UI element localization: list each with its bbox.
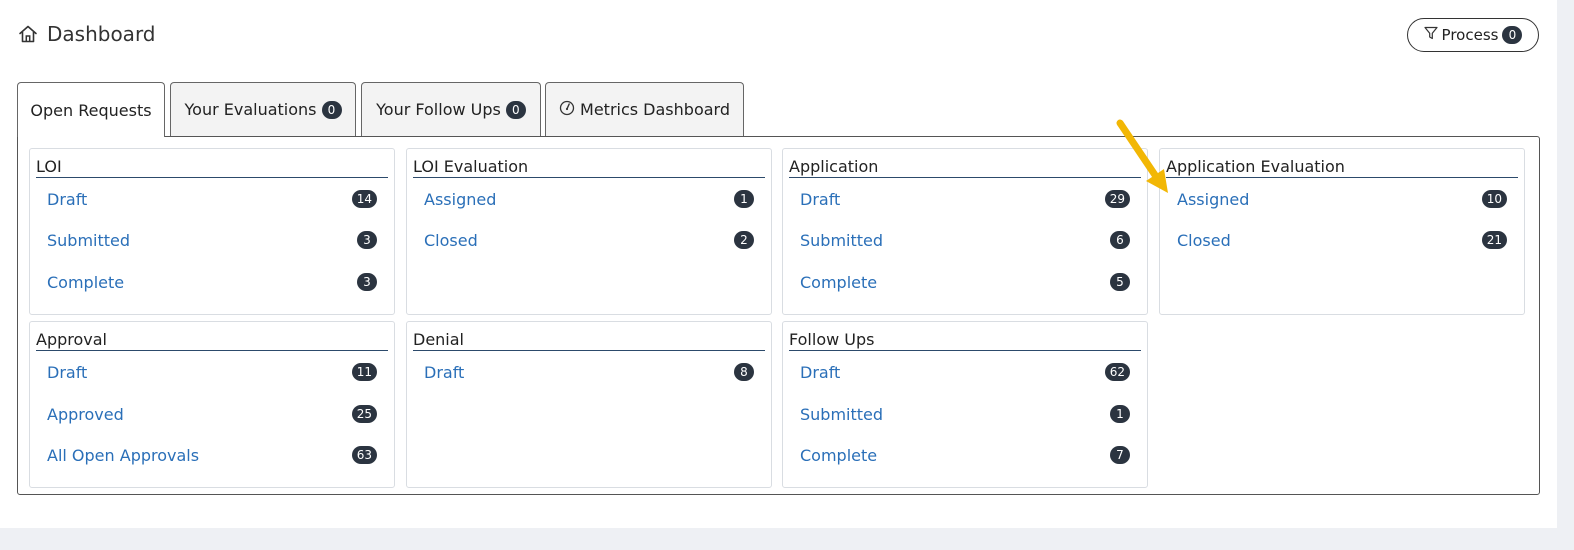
count-badge: 62 <box>1104 363 1130 381</box>
count-badge: 14 <box>351 190 377 208</box>
card-item-label[interactable]: Draft <box>800 190 840 209</box>
page-title-text: Dashboard <box>47 22 156 46</box>
card-item-label[interactable]: Closed <box>1177 231 1231 250</box>
card-application-evaluation: Application Evaluation Assigned 10 Close… <box>1159 148 1525 315</box>
card-item-label[interactable]: Approved <box>47 405 124 424</box>
card-item-draft[interactable]: Draft 29 <box>800 188 1130 210</box>
count-badge: 1 <box>734 190 754 208</box>
annotation-arrow-icon <box>1116 119 1168 193</box>
gauge-icon <box>559 100 575 120</box>
page-title: Dashboard <box>18 22 156 46</box>
card-item-all-open-approvals[interactable]: All Open Approvals 63 <box>47 444 377 466</box>
tab-count-badge: 0 <box>505 100 526 119</box>
card-item-label[interactable]: Draft <box>800 363 840 382</box>
card-item-complete[interactable]: Complete 7 <box>800 444 1130 466</box>
filter-icon <box>1423 26 1438 44</box>
card-item-approved[interactable]: Approved 25 <box>47 403 377 425</box>
count-badge: 6 <box>1110 231 1130 249</box>
count-badge: 3 <box>357 273 377 291</box>
card-item-label[interactable]: Submitted <box>800 405 883 424</box>
tab-metrics-dashboard[interactable]: Metrics Dashboard <box>545 82 744 136</box>
count-badge: 10 <box>1481 190 1507 208</box>
card-follow-ups: Follow Ups Draft 62 Submitted 1 Complete… <box>782 321 1148 488</box>
card-item-closed[interactable]: Closed 21 <box>1177 229 1507 251</box>
count-badge: 7 <box>1110 446 1130 464</box>
tab-label: Metrics Dashboard <box>580 100 730 119</box>
card-item-draft[interactable]: Draft 14 <box>47 188 377 210</box>
card-loi-evaluation: LOI Evaluation Assigned 1 Closed 2 <box>406 148 772 315</box>
tab-label: Your Evaluations <box>184 100 317 119</box>
card-item-label[interactable]: All Open Approvals <box>47 446 199 465</box>
card-item-assigned[interactable]: Assigned 10 <box>1177 188 1507 210</box>
card-item-label[interactable]: Submitted <box>47 231 130 250</box>
count-badge: 5 <box>1110 273 1130 291</box>
count-badge: 2 <box>734 231 754 249</box>
card-item-draft[interactable]: Draft 8 <box>424 361 754 383</box>
tab-your-evaluations[interactable]: Your Evaluations 0 <box>170 82 356 136</box>
count-badge: 1 <box>1110 405 1130 423</box>
card-item-label[interactable]: Draft <box>47 190 87 209</box>
count-badge: 3 <box>357 231 377 249</box>
card-title: Application <box>789 157 1141 178</box>
card-item-assigned[interactable]: Assigned 1 <box>424 188 754 210</box>
card-title: Approval <box>36 330 388 351</box>
card-item-submitted[interactable]: Submitted 6 <box>800 229 1130 251</box>
card-title: LOI <box>36 157 388 178</box>
process-button-label: Process <box>1441 26 1499 44</box>
tab-count-badge: 0 <box>321 100 342 119</box>
dashboard-page: Dashboard Process 0 Open Requests Your E… <box>0 0 1557 528</box>
card-item-label[interactable]: Complete <box>800 273 877 292</box>
card-item-label[interactable]: Complete <box>800 446 877 465</box>
count-badge: 63 <box>351 446 377 464</box>
card-title: LOI Evaluation <box>413 157 765 178</box>
tab-your-follow-ups[interactable]: Your Follow Ups 0 <box>361 82 541 136</box>
card-item-label[interactable]: Assigned <box>1177 190 1249 209</box>
card-item-draft[interactable]: Draft 62 <box>800 361 1130 383</box>
process-count-badge: 0 <box>1502 26 1523 44</box>
home-icon[interactable] <box>18 24 38 44</box>
tab-label: Open Requests <box>30 100 152 120</box>
card-item-draft[interactable]: Draft 11 <box>47 361 377 383</box>
count-badge: 21 <box>1481 231 1507 249</box>
tab-label: Your Follow Ups <box>376 100 501 119</box>
card-loi: LOI Draft 14 Submitted 3 Complete 3 <box>29 148 395 315</box>
card-title: Follow Ups <box>789 330 1141 351</box>
card-denial: Denial Draft 8 <box>406 321 772 488</box>
card-item-label[interactable]: Complete <box>47 273 124 292</box>
card-item-submitted[interactable]: Submitted 1 <box>800 403 1130 425</box>
card-title: Application Evaluation <box>1166 157 1518 178</box>
card-item-label[interactable]: Assigned <box>424 190 496 209</box>
card-item-complete[interactable]: Complete 3 <box>47 271 377 293</box>
card-item-complete[interactable]: Complete 5 <box>800 271 1130 293</box>
tab-open-requests[interactable]: Open Requests <box>17 82 165 137</box>
card-application: Application Draft 29 Submitted 6 Complet… <box>782 148 1148 315</box>
count-badge: 11 <box>351 363 377 381</box>
card-item-label[interactable]: Submitted <box>800 231 883 250</box>
open-requests-panel: LOI Draft 14 Submitted 3 Complete 3 LOI … <box>17 136 1540 495</box>
card-item-submitted[interactable]: Submitted 3 <box>47 229 377 251</box>
card-title: Denial <box>413 330 765 351</box>
card-item-label[interactable]: Draft <box>424 363 464 382</box>
process-button[interactable]: Process 0 <box>1407 18 1539 52</box>
card-item-label[interactable]: Draft <box>47 363 87 382</box>
card-item-label[interactable]: Closed <box>424 231 478 250</box>
card-approval: Approval Draft 11 Approved 25 All Open A… <box>29 321 395 488</box>
count-badge: 25 <box>351 405 377 423</box>
count-badge: 8 <box>734 363 754 381</box>
card-item-closed[interactable]: Closed 2 <box>424 229 754 251</box>
